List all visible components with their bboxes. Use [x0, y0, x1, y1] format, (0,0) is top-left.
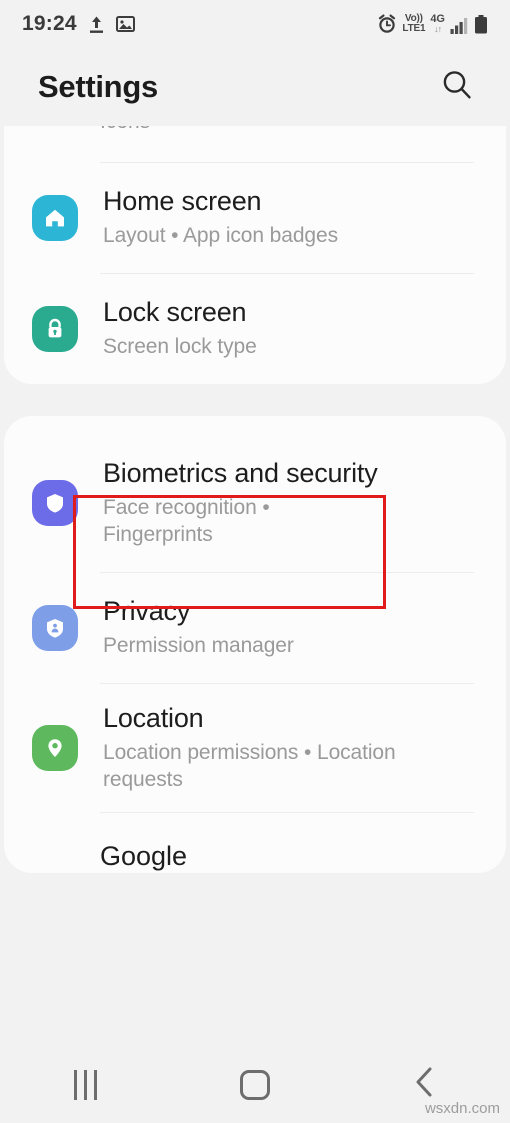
location-pin-icon: [32, 725, 78, 771]
volte-icon: Vo)) LTE1: [402, 14, 425, 34]
network-4g-icon: 4G ↓↑: [430, 13, 445, 35]
signal-icon: [450, 17, 469, 35]
list-item-partial-bottom[interactable]: Google: [4, 813, 506, 873]
list-item-biometrics-and-security[interactable]: Biometrics and security Face recognition…: [4, 416, 506, 572]
search-icon: [440, 68, 474, 107]
list-item-title: Location: [103, 702, 204, 733]
home-icon: [32, 195, 78, 241]
watermark: wsxdn.com: [424, 1100, 500, 1117]
status-bar-right: Vo)) LTE1 4G ↓↑: [377, 13, 488, 35]
page-title: Settings: [38, 69, 158, 104]
settings-list[interactable]: Icons Home screen Layout • App icon badg…: [0, 126, 510, 873]
list-item-subtitle: Layout • App icon badges: [103, 224, 338, 248]
status-bar-left: 19:24: [22, 12, 135, 36]
status-time: 19:24: [22, 12, 77, 35]
data-arrows: ↓↑: [434, 24, 442, 35]
list-item-home-screen[interactable]: Home screen Layout • App icon badges: [4, 163, 506, 273]
card-gap: [0, 384, 510, 416]
list-item-lock-screen[interactable]: Lock screen Screen lock type: [4, 274, 506, 384]
list-item-subtitle: Location permissions • Location requests: [103, 740, 396, 791]
partial-subtitle: Icons: [100, 126, 150, 134]
list-item-subtitle: Permission manager: [103, 634, 294, 658]
list-item-privacy[interactable]: Privacy Permission manager: [4, 573, 506, 683]
recents-button[interactable]: [45, 1055, 125, 1115]
list-item-title: Biometrics and security: [103, 457, 378, 488]
list-item-title: Lock screen: [103, 297, 247, 328]
alarm-icon: [377, 14, 397, 34]
status-bar: 19:24 Vo)) LTE1 4G ↓↑: [0, 0, 510, 48]
recents-icon: [73, 1069, 97, 1100]
list-item-subtitle: Face recognition • Fingerprints: [103, 495, 270, 546]
search-button[interactable]: [434, 64, 480, 110]
privacy-shield-person-icon: [32, 605, 78, 651]
back-chevron-icon: [412, 1065, 438, 1104]
settings-card-security: Biometrics and security Face recognition…: [4, 416, 506, 873]
app-header: Settings: [0, 48, 510, 126]
settings-card-display: Icons Home screen Layout • App icon badg…: [4, 126, 506, 384]
list-item-subtitle: Screen lock type: [103, 335, 257, 359]
list-item-partial-top[interactable]: Icons: [4, 126, 506, 162]
volte-line2: LTE1: [402, 23, 426, 35]
list-item-title: Home screen: [103, 186, 262, 217]
home-button[interactable]: [215, 1055, 295, 1115]
partial-title: Google: [100, 841, 188, 871]
battery-icon: [474, 15, 488, 34]
lock-icon: [32, 306, 78, 352]
list-item-title: Privacy: [103, 596, 191, 627]
home-square-icon: [240, 1069, 270, 1100]
shield-icon: [32, 480, 78, 526]
phone-screen: 19:24 Vo)) LTE1 4G ↓↑ Settings Home scre…: [0, 0, 510, 1123]
upload-icon: [88, 15, 105, 34]
list-item-location[interactable]: Location Location permissions • Location…: [4, 684, 506, 812]
image-icon: [115, 15, 135, 33]
